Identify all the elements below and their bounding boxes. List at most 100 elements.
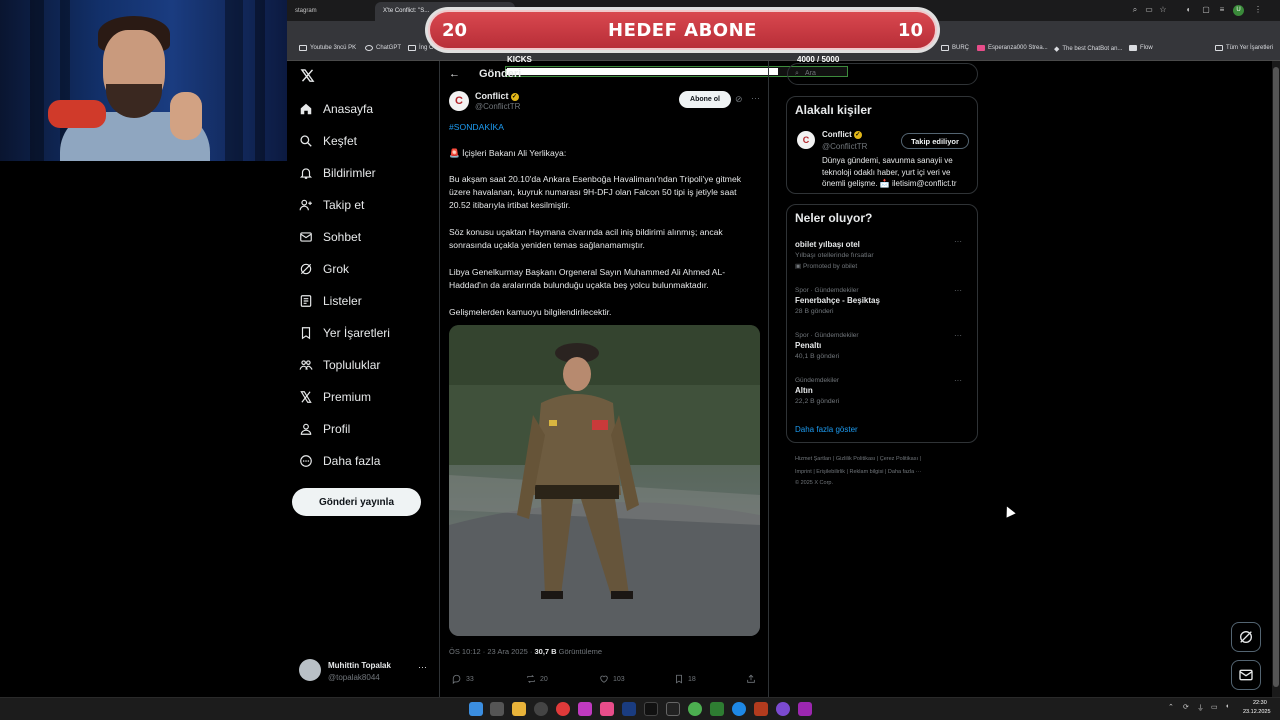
page-title: Gönderi [479, 68, 522, 80]
nav-premium[interactable]: Premium [299, 387, 371, 407]
x-logo-icon[interactable] [300, 68, 315, 83]
bookmark-all[interactable]: Tüm Yer İşaretleri [1215, 45, 1273, 51]
footer-links[interactable]: Imprint | Erişilebilirlik | Reklam bilgi… [795, 469, 921, 475]
file-explorer-icon[interactable] [512, 702, 526, 716]
grok-icon[interactable]: ⊘ [735, 94, 743, 105]
nav-lists[interactable]: Listeler [299, 291, 362, 311]
nav-chat[interactable]: Sohbet [299, 227, 361, 247]
nav-communities[interactable]: Topluluklar [299, 355, 380, 375]
left-sidebar: Anasayfa Keşfet Bildirimler Takip et Soh… [287, 61, 439, 697]
bookmark-chatgpt[interactable]: ChatGPT [365, 45, 401, 51]
bookmark-esperanza[interactable]: Esperanza000 Strea... [977, 45, 1048, 51]
nav-home[interactable]: Anasayfa [299, 99, 373, 119]
opera-icon[interactable] [556, 702, 570, 716]
share-button[interactable] [746, 674, 756, 684]
bookmark-chatbot[interactable]: ◆ The best ChatBot an... [1054, 45, 1122, 53]
trend-item[interactable]: obilet yılbaşı otel Yılbaşı otellerinde … [795, 237, 970, 270]
repost-button[interactable]: 20 [526, 674, 548, 684]
extensions-icon[interactable]: ▢ [1201, 5, 1211, 15]
folder-icon [408, 45, 416, 51]
obs-icon[interactable] [534, 702, 548, 716]
star-icon[interactable]: ☆ [1158, 5, 1168, 15]
nav-profile[interactable]: Profil [299, 419, 350, 439]
scrollbar[interactable] [1272, 61, 1280, 697]
communities-icon [299, 360, 313, 370]
bookmark-youtube[interactable]: Youtube 3ncü PK [299, 45, 356, 51]
tweet-author-handle[interactable]: @ConflictTR [475, 102, 520, 111]
repost-icon [527, 674, 535, 684]
related-handle[interactable]: @ConflictTR [822, 142, 867, 151]
reply-icon [452, 674, 461, 684]
more-icon[interactable]: ⋮ [1253, 5, 1263, 15]
nav-bookmarks[interactable]: Yer İşaretleri [299, 323, 390, 343]
more-icon[interactable]: ··· [954, 376, 962, 385]
search-icon[interactable]: ⌕ [1130, 5, 1140, 15]
app-icon[interactable] [754, 702, 768, 716]
clock-time[interactable]: 22:30 [1253, 700, 1267, 706]
cast-icon[interactable]: ▭ [1144, 5, 1154, 15]
volume-icon[interactable]: ◖ [1225, 703, 1229, 710]
usb-icon[interactable]: ⏚ [1197, 703, 1204, 713]
following-button[interactable]: Takip ediliyor [901, 133, 969, 149]
more-icon[interactable]: ··· [418, 662, 427, 672]
scrollbar-thumb[interactable] [1273, 67, 1279, 687]
bookmark-flow[interactable]: Flow [1129, 45, 1153, 51]
list-icon [300, 295, 312, 307]
grok-icon [1240, 631, 1252, 643]
subscribe-button[interactable]: Abone ol [679, 91, 731, 108]
nav-follow[interactable]: Takip et [299, 195, 364, 215]
start-icon[interactable] [469, 702, 483, 716]
menu-icon[interactable]: ≡ [1217, 5, 1227, 15]
footer-links[interactable]: Hizmet Şartları | Gizlilik Politikası | … [795, 456, 921, 462]
trend-item[interactable]: Spor · Gündemdekiler Fenerbahçe - Beşikt… [795, 286, 970, 315]
more-icon[interactable]: ··· [751, 93, 760, 103]
refresh-icon[interactable]: ⟳ [1183, 703, 1189, 711]
profile-avatar[interactable]: U [1233, 5, 1244, 16]
goal-title: HEDEF ABONE [608, 19, 757, 41]
bookmark-burc[interactable]: BURÇ [941, 45, 969, 51]
edge-icon[interactable] [732, 702, 746, 716]
messages-floating-button[interactable] [1231, 660, 1261, 690]
app-icon[interactable] [798, 702, 812, 716]
grok-floating-button[interactable] [1231, 622, 1261, 652]
more-icon[interactable]: ··· [954, 331, 962, 340]
mail-icon [300, 232, 312, 242]
like-button[interactable]: 103 [599, 674, 625, 684]
more-icon[interactable]: ··· [954, 286, 962, 295]
tweet-photo[interactable] [449, 325, 760, 636]
tiktok-icon[interactable] [644, 702, 658, 716]
back-arrow-icon[interactable]: ← [449, 68, 460, 80]
show-more-link[interactable]: Daha fazla göster [795, 425, 858, 434]
post-button[interactable]: Gönderi yayınla [292, 488, 421, 516]
more-icon[interactable]: ··· [954, 237, 962, 246]
app-icon[interactable] [600, 702, 614, 716]
audio-icon[interactable]: ◖ [1183, 5, 1193, 15]
nav-more[interactable]: Daha fazla [299, 451, 380, 471]
reply-button[interactable]: 33 [452, 674, 474, 684]
bookmark-ing[interactable]: İng C [408, 45, 433, 51]
tab-instagram[interactable]: stagram [287, 2, 375, 21]
related-name[interactable]: Conflict ✓ [822, 130, 862, 139]
nav-grok[interactable]: Grok [299, 259, 349, 279]
network-icon[interactable]: ▭ [1211, 703, 1218, 711]
bookmark-button[interactable]: 18 [674, 674, 696, 684]
clock-date[interactable]: 23.12.2025 [1243, 709, 1271, 715]
app-icon[interactable] [776, 702, 790, 716]
app-icon[interactable] [666, 702, 680, 716]
chrome-icon[interactable] [688, 702, 702, 716]
excel-icon[interactable] [710, 702, 724, 716]
nav-explore[interactable]: Keşfet [299, 131, 357, 151]
nav-notifications[interactable]: Bildirimler [299, 163, 376, 183]
related-avatar[interactable]: C [797, 131, 815, 149]
account-switcher[interactable]: Muhittin Topalak @topalak8044 ··· [299, 659, 431, 685]
subscriber-goal-overlay: 20 HEDEF ABONE 10 [425, 7, 940, 53]
tray-up-icon[interactable]: ⌃ [1168, 703, 1174, 711]
general-photo [449, 325, 760, 636]
tweet-author-name[interactable]: Conflict ✓ [475, 91, 519, 101]
trend-item[interactable]: Gündemdekiler Altın 22,2 B gönderi ··· [795, 376, 970, 405]
app-icon[interactable] [578, 702, 592, 716]
photoshop-icon[interactable] [622, 702, 636, 716]
trend-item[interactable]: Spor · Gündemdekiler Penaltı 40,1 B gönd… [795, 331, 970, 360]
task-view-icon[interactable] [490, 702, 504, 716]
tweet-author-avatar[interactable]: C [449, 91, 469, 111]
